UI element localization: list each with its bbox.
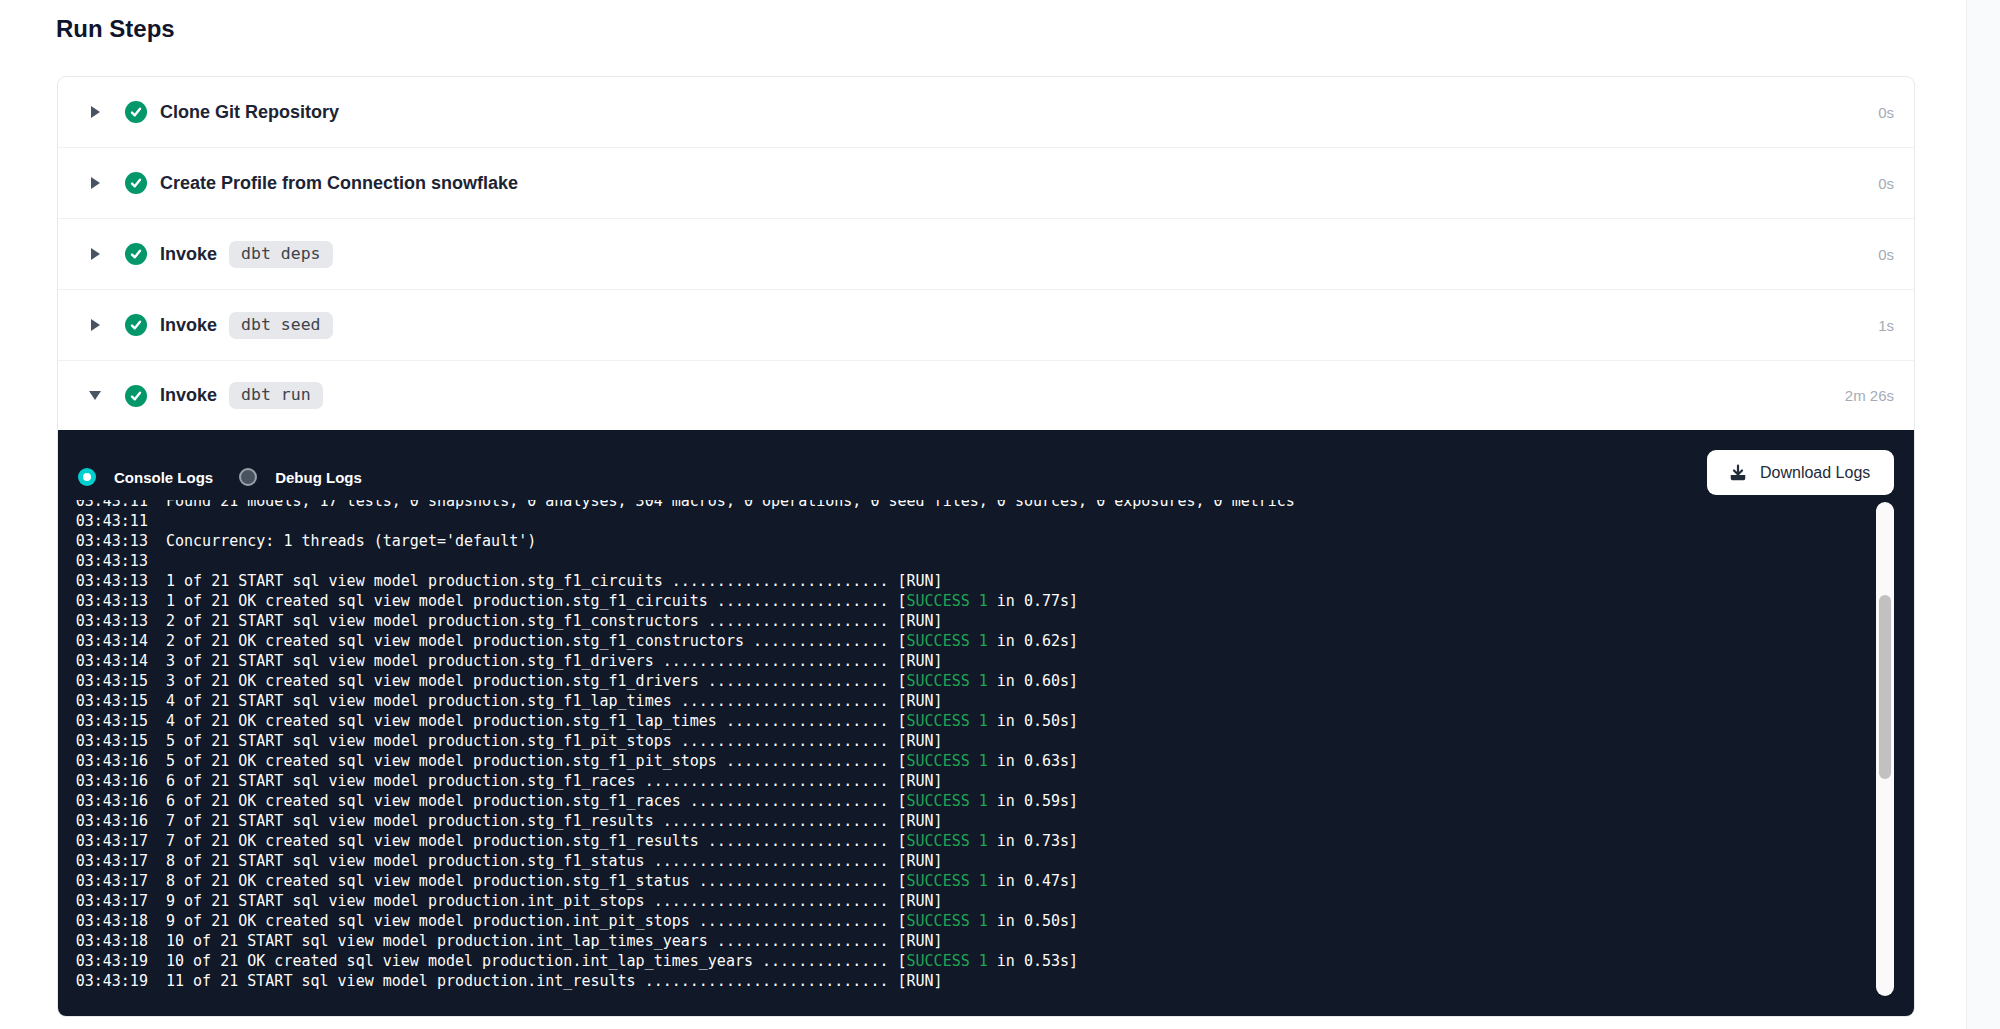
success-check-icon bbox=[125, 172, 147, 194]
log-scrollbar-thumb[interactable] bbox=[1879, 595, 1891, 779]
step-duration: 0s bbox=[1878, 175, 1894, 192]
step-row-1[interactable]: Clone Git Repository 0s bbox=[58, 77, 1914, 148]
success-check-icon bbox=[125, 314, 147, 336]
step-row-4[interactable]: Invoke dbt seed 1s bbox=[58, 290, 1914, 361]
download-icon bbox=[1728, 463, 1748, 483]
step-row-3[interactable]: Invoke dbt deps 0s bbox=[58, 219, 1914, 290]
step-label: Invoke bbox=[160, 385, 217, 406]
log-tab-label-1[interactable]: Console Logs bbox=[114, 469, 213, 486]
success-check-icon bbox=[125, 243, 147, 265]
log-tabs: Console Logs Debug Logs bbox=[78, 468, 362, 486]
radio-unselected-icon[interactable] bbox=[239, 468, 257, 486]
step-label: Invoke bbox=[160, 315, 217, 336]
caret-right-icon[interactable] bbox=[89, 319, 101, 331]
step-label: Invoke bbox=[160, 244, 217, 265]
caret-right-icon[interactable] bbox=[89, 106, 101, 118]
log-scrollbar-track[interactable] bbox=[1876, 502, 1894, 996]
caret-down-icon[interactable] bbox=[89, 391, 101, 400]
log-tab-label-2[interactable]: Debug Logs bbox=[275, 469, 362, 486]
step-duration: 0s bbox=[1878, 246, 1894, 263]
step-duration: 1s bbox=[1878, 317, 1894, 334]
radio-selected-icon[interactable] bbox=[78, 468, 96, 486]
download-logs-label: Download Logs bbox=[1760, 464, 1870, 482]
step-duration: 2m 26s bbox=[1845, 387, 1894, 404]
success-check-icon bbox=[125, 385, 147, 407]
console-panel: Console Logs Debug Logs Download Logs 03:… bbox=[58, 430, 1914, 1016]
step-command-badge: dbt run bbox=[229, 382, 323, 409]
run-steps-card: Clone Git Repository0sCreate Profile fro… bbox=[57, 76, 1915, 1017]
caret-right-icon[interactable] bbox=[89, 177, 101, 189]
step-label: Clone Git Repository bbox=[160, 102, 339, 123]
page-right-gutter bbox=[1966, 0, 2000, 1029]
step-command-badge: dbt seed bbox=[229, 312, 332, 339]
step-command-badge: dbt deps bbox=[229, 241, 332, 268]
success-check-icon bbox=[125, 101, 147, 123]
console-log-viewport: 03:43:11 Found 21 models, 17 tests, 0 sn… bbox=[58, 500, 1914, 1016]
step-row-2[interactable]: Create Profile from Connection snowflake… bbox=[58, 148, 1914, 219]
console-log-text: 03:43:11 Found 21 models, 17 tests, 0 sn… bbox=[58, 500, 1914, 991]
caret-right-icon[interactable] bbox=[89, 248, 101, 260]
step-duration: 0s bbox=[1878, 104, 1894, 121]
download-logs-button[interactable]: Download Logs bbox=[1707, 450, 1894, 495]
page-title: Run Steps bbox=[56, 16, 175, 42]
step-row-5[interactable]: Invoke dbt run 2m 26s bbox=[58, 361, 1914, 430]
step-label: Create Profile from Connection snowflake bbox=[160, 173, 518, 194]
